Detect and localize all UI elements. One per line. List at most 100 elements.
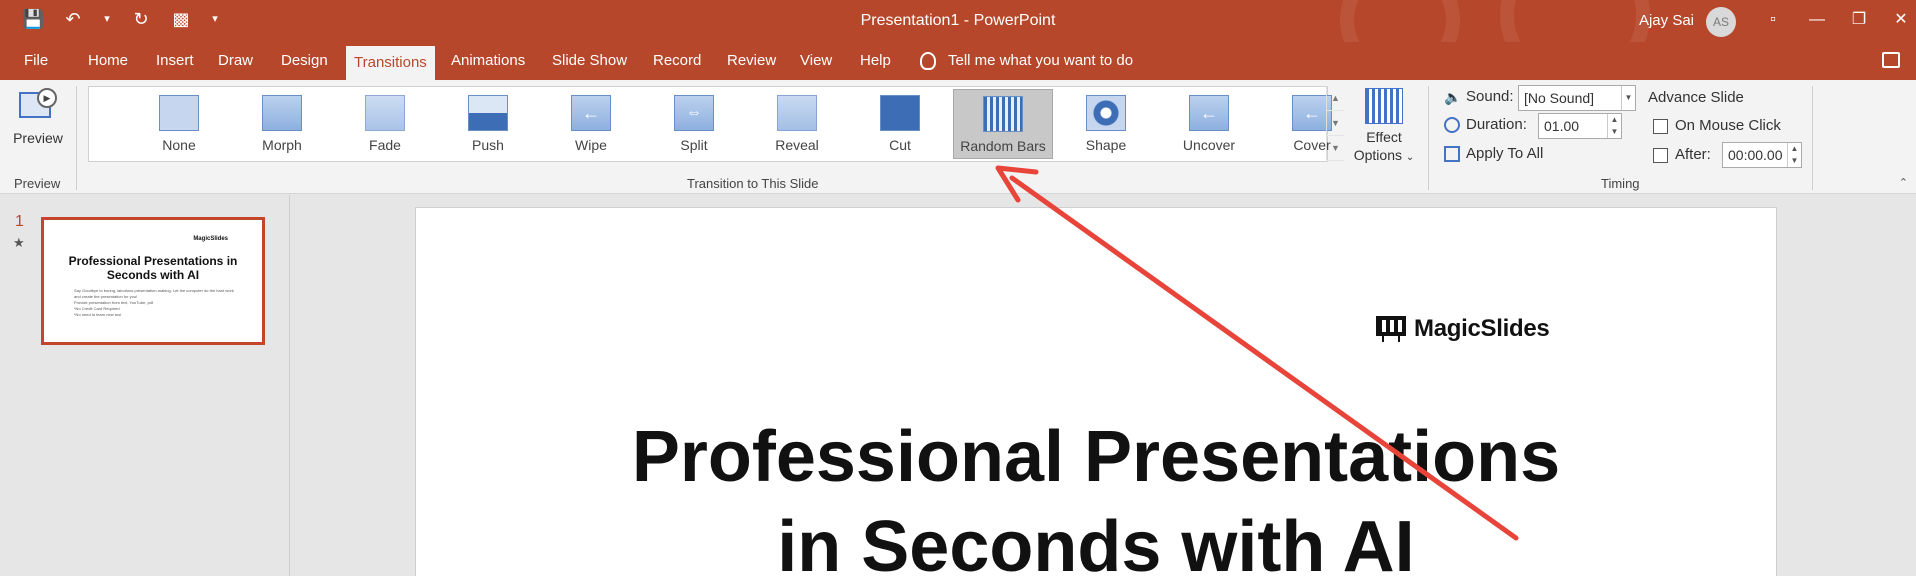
reveal-icon: [777, 95, 817, 131]
preview-icon: ▶: [19, 88, 57, 124]
apply-to-all-label: Apply To All: [1466, 145, 1544, 162]
restore-icon[interactable]: ❐: [1844, 6, 1874, 34]
logo-text: MagicSlides: [1414, 315, 1550, 342]
transition-label: Morph: [262, 137, 302, 153]
tab-help[interactable]: Help: [852, 42, 899, 80]
transition-push[interactable]: Push: [438, 89, 538, 159]
magicslides-logo[interactable]: MagicSlides: [1376, 315, 1550, 343]
on-mouse-click-checkbox[interactable]: [1653, 119, 1668, 134]
after-field[interactable]: 00:00.00 ▲ ▼: [1722, 142, 1802, 168]
sound-label: Sound:: [1466, 88, 1514, 105]
sound-row: 🔈 Sound:: [1444, 88, 1514, 105]
clock-icon: [1444, 117, 1460, 134]
collapse-ribbon-icon[interactable]: ⌃: [1899, 176, 1908, 189]
transition-fade[interactable]: Fade: [335, 89, 435, 159]
tab-file[interactable]: File: [16, 42, 56, 80]
duration-spinner-icon[interactable]: ▲ ▼: [1607, 114, 1621, 138]
sound-value: [No Sound]: [1524, 90, 1595, 106]
transition-cut[interactable]: Cut: [850, 89, 950, 159]
preview-label: Preview: [13, 130, 63, 146]
tab-insert[interactable]: Insert: [148, 42, 202, 80]
thumbnail-body: Say Goodbye to boring, laborious present…: [74, 288, 234, 318]
transition-label: Reveal: [775, 137, 819, 153]
close-icon[interactable]: ✕: [1886, 6, 1916, 34]
thumbnail-title: Professional Presentations in Seconds wi…: [68, 254, 238, 282]
thumbnail-body-line: Say Goodbye to boring, laborious present…: [74, 288, 234, 299]
gallery-more-icon[interactable]: ▼: [1327, 136, 1344, 161]
tab-animations[interactable]: Animations: [443, 42, 533, 80]
group-label-transitions: Transition to This Slide: [687, 176, 819, 191]
tab-slide-show[interactable]: Slide Show: [544, 42, 635, 80]
minimize-icon[interactable]: —: [1802, 6, 1832, 34]
tab-review[interactable]: Review: [719, 42, 784, 80]
transition-label: Push: [472, 137, 504, 153]
effect-options-label-2: Options: [1353, 147, 1402, 163]
transition-split[interactable]: ⇔ Split: [644, 89, 744, 159]
random-bars-icon: [983, 96, 1023, 132]
transition-shape[interactable]: Shape: [1056, 89, 1156, 159]
slide-title-line-2: in Seconds with AI: [777, 507, 1415, 576]
duration-value: 01.00: [1544, 118, 1580, 134]
push-icon: [468, 95, 508, 131]
effect-options-label-1: Effect: [1366, 129, 1402, 145]
duration-row: Duration:: [1444, 116, 1527, 134]
effect-options-button[interactable]: Effect Options ⌄: [1346, 88, 1422, 172]
chevron-down-icon: ⌄: [1405, 152, 1415, 163]
sound-select[interactable]: [No Sound] ▼: [1518, 85, 1636, 111]
tab-home[interactable]: Home: [80, 42, 136, 80]
comments-icon[interactable]: [1882, 52, 1900, 68]
after-label: After:: [1675, 146, 1711, 163]
tell-me-search[interactable]: Tell me what you want to do: [920, 42, 1133, 80]
user-name[interactable]: Ajay Sai: [1639, 12, 1694, 29]
group-label-preview: Preview: [14, 176, 61, 191]
lightbulb-icon: [920, 52, 936, 71]
tell-me-label: Tell me what you want to do: [948, 52, 1134, 69]
transition-uncover[interactable]: ← Uncover: [1159, 89, 1259, 159]
after-checkbox[interactable]: [1653, 148, 1668, 163]
transition-none[interactable]: None: [129, 89, 229, 159]
split-icon: ⇔: [674, 95, 714, 131]
thumbnail-body-line: *No need to learn new tool: [74, 312, 122, 317]
tab-transitions[interactable]: Transitions: [346, 46, 435, 80]
transition-label: Uncover: [1182, 137, 1236, 153]
group-label-timing: Timing: [1601, 176, 1640, 191]
uncover-icon: ←: [1189, 95, 1229, 131]
title-bar: 💾 ↶ ▾ ↻ ▩ ▾ Presentation1 - PowerPoint A…: [0, 0, 1916, 42]
cut-icon: [880, 95, 920, 131]
tab-draw[interactable]: Draw: [210, 42, 261, 80]
slide-canvas[interactable]: MagicSlides Professional Presentations i…: [415, 207, 1777, 576]
divider: [1812, 86, 1813, 190]
gallery-scroll: ▲ ▼ ▼: [1326, 86, 1344, 162]
tab-record[interactable]: Record: [645, 42, 709, 80]
none-icon: [159, 95, 199, 131]
slide-number: 1: [15, 213, 24, 230]
tab-design[interactable]: Design: [273, 42, 336, 80]
avatar[interactable]: AS: [1706, 7, 1736, 37]
gallery-scroll-up-icon[interactable]: ▲: [1327, 86, 1344, 111]
slide-thumbnail-pane: 1 ★ MagicSlides Professional Presentatio…: [0, 195, 290, 576]
transition-reveal[interactable]: Reveal: [747, 89, 847, 159]
transition-wipe[interactable]: ← Wipe: [541, 89, 641, 159]
ribbon-display-options-icon[interactable]: ▫: [1758, 6, 1788, 34]
preview-button[interactable]: ▶ Preview: [8, 88, 68, 158]
transition-gallery: None Morph Fade Push ← Wipe ⇔ Split Reveal…: [88, 86, 1332, 162]
gallery-scroll-down-icon[interactable]: ▼: [1327, 111, 1344, 136]
transition-label: Split: [680, 137, 708, 153]
divider: [76, 86, 77, 190]
morph-icon: [262, 95, 302, 131]
dropdown-arrow-icon[interactable]: ▼: [1621, 86, 1635, 110]
slide-thumbnail[interactable]: MagicSlides Professional Presentations i…: [41, 217, 265, 345]
apply-to-all-button[interactable]: Apply To All: [1444, 145, 1544, 163]
after-value: 00:00.00: [1728, 147, 1783, 163]
slide-title[interactable]: Professional Presentations in Seconds wi…: [416, 412, 1776, 576]
transition-morph[interactable]: Morph: [232, 89, 332, 159]
after-spinner-icon[interactable]: ▲ ▼: [1787, 143, 1801, 167]
divider: [1428, 86, 1429, 190]
tab-view[interactable]: View: [792, 42, 840, 80]
slide-title-line-1: Professional Presentations: [631, 417, 1561, 497]
on-mouse-click-label: On Mouse Click: [1675, 117, 1781, 134]
ribbon-tabs: File Home Insert Draw Design Transitions…: [0, 42, 1916, 80]
duration-field[interactable]: 01.00 ▲ ▼: [1538, 113, 1622, 139]
presentation-board-icon: [1376, 316, 1406, 342]
transition-random-bars[interactable]: Random Bars: [953, 89, 1053, 159]
